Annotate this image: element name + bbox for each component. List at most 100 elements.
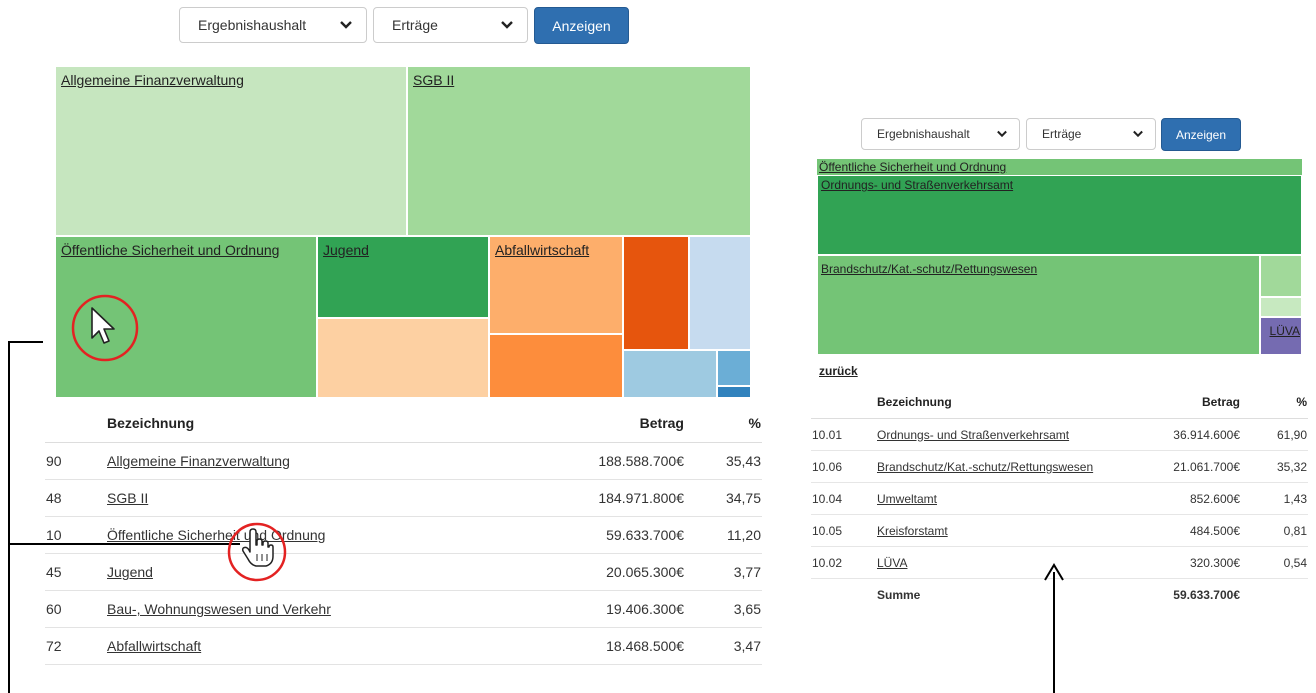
row-code: 90 bbox=[45, 442, 106, 480]
column-header-name: Bezeichnung bbox=[106, 404, 523, 443]
connector-line bbox=[1053, 572, 1055, 693]
type-select-value: Erträge bbox=[1042, 127, 1082, 141]
treemap-tile-kreisforstamt[interactable] bbox=[1260, 297, 1302, 317]
treemap-tile-orange-2[interactable] bbox=[489, 334, 623, 398]
type-select[interactable]: Erträge bbox=[1026, 118, 1156, 150]
treemap-tile-abfallwirtschaft[interactable]: Abfallwirtschaft bbox=[489, 236, 623, 334]
treemap-tile-bau-wohnungswesen[interactable] bbox=[317, 318, 489, 398]
treemap-tile-orange-3[interactable] bbox=[623, 236, 689, 350]
row-code: 10 bbox=[45, 516, 106, 554]
table-row: 60 Bau-, Wohnungswesen und Verkehr 19.40… bbox=[45, 590, 762, 628]
budget-select-value: Ergebnishaushalt bbox=[198, 17, 307, 33]
treemap-tile-brandschutz[interactable]: Brandschutz/Kat.-schutz/Rettungswesen bbox=[817, 255, 1260, 355]
row-name-link[interactable]: Brandschutz/Kat.-schutz/Rettungswesen bbox=[877, 460, 1093, 474]
treemap-tile-blue-3[interactable] bbox=[717, 350, 751, 386]
table-row: 45 Jugend 20.065.300€ 3,77 bbox=[45, 553, 762, 591]
treemap-tile-label[interactable]: Brandschutz/Kat.-schutz/Rettungswesen bbox=[821, 262, 1037, 276]
table-row: 72 Abfallwirtschaft 18.468.500€ 3,47 bbox=[45, 627, 762, 665]
treemap-parent-header[interactable]: Öffentliche Sicherheit und Ordnung bbox=[817, 159, 1302, 175]
hand-pointer-icon bbox=[241, 528, 274, 567]
row-amount: 19.406.300€ bbox=[523, 590, 685, 628]
row-code: 72 bbox=[45, 627, 106, 665]
row-code: 10.01 bbox=[811, 418, 876, 451]
row-amount: 852.600€ bbox=[1139, 482, 1241, 515]
row-code: 10.05 bbox=[811, 514, 876, 547]
connector-line bbox=[8, 341, 10, 693]
row-amount: 484.500€ bbox=[1139, 514, 1241, 547]
chevron-down-icon bbox=[501, 21, 513, 29]
treemap-tile-label[interactable]: Allgemeine Finanzverwaltung bbox=[61, 72, 244, 88]
row-code: 10.06 bbox=[811, 450, 876, 483]
connector-line bbox=[8, 341, 43, 343]
table-row: 10.01 Ordnungs- und Straßenverkehrsamt 3… bbox=[811, 418, 1308, 451]
treemap-tile-allgemeine-finanzverwaltung[interactable]: Allgemeine Finanzverwaltung bbox=[55, 66, 407, 236]
treemap-tile-sgb-ii[interactable]: SGB II bbox=[407, 66, 751, 236]
row-name-link[interactable]: Umweltamt bbox=[877, 492, 937, 506]
treemap-tile-umweltamt[interactable] bbox=[1260, 255, 1302, 297]
row-pct: 0,54 bbox=[1241, 546, 1308, 579]
row-pct: 34,75 bbox=[685, 479, 762, 517]
row-name-link[interactable]: Jugend bbox=[107, 564, 153, 580]
back-link[interactable]: zurück bbox=[819, 364, 858, 378]
row-name-link[interactable]: Allgemeine Finanzverwaltung bbox=[107, 453, 290, 469]
treemap-tile-label[interactable]: Abfallwirtschaft bbox=[495, 242, 589, 258]
connector-line bbox=[8, 543, 240, 545]
column-header-name: Bezeichnung bbox=[876, 386, 1139, 419]
row-amount: 188.588.700€ bbox=[523, 442, 685, 480]
treemap-tile-label[interactable]: LÜVA bbox=[1270, 324, 1300, 338]
treemap-tile-label[interactable]: Ordnungs- und Straßenverkehrsamt bbox=[821, 178, 1013, 192]
treemap-tile-jugend[interactable]: Jugend bbox=[317, 236, 489, 318]
sum-row: Summe 59.633.700€ bbox=[811, 579, 1308, 611]
treemap-tile-label[interactable]: SGB II bbox=[413, 72, 454, 88]
row-pct: 35,43 bbox=[685, 442, 762, 480]
row-pct: 3,65 bbox=[685, 590, 762, 628]
sum-amount: 59.633.700€ bbox=[1173, 587, 1240, 602]
treemap-tile-blue-2[interactable] bbox=[623, 350, 717, 398]
row-pct: 61,90 bbox=[1241, 418, 1308, 451]
sum-label: Summe bbox=[877, 587, 921, 602]
treemap: Allgemeine Finanzverwaltung SGB II Öffen… bbox=[55, 66, 751, 398]
treemap-tile-blue-4[interactable] bbox=[717, 386, 751, 398]
row-pct: 3,47 bbox=[685, 627, 762, 665]
table-row: 48 SGB II 184.971.800€ 34,75 bbox=[45, 479, 762, 517]
row-amount: 36.914.600€ bbox=[1139, 418, 1241, 451]
type-select[interactable]: Erträge bbox=[373, 7, 528, 43]
row-name-link[interactable]: SGB II bbox=[107, 490, 148, 506]
row-pct: 3,77 bbox=[685, 553, 762, 591]
column-header-pct: % bbox=[685, 404, 762, 443]
row-name-link[interactable]: Bau-, Wohnungswesen und Verkehr bbox=[107, 601, 331, 617]
row-amount: 320.300€ bbox=[1139, 546, 1241, 579]
budget-select-value: Ergebnishaushalt bbox=[877, 127, 970, 141]
treemap-tile-label[interactable]: Öffentliche Sicherheit und Ordnung bbox=[61, 242, 279, 258]
row-name-link[interactable]: Öffentliche Sicherheit und Ordnung bbox=[107, 527, 325, 543]
table-row: 10.04 Umweltamt 852.600€ 1,43 bbox=[811, 482, 1308, 515]
row-code: 60 bbox=[45, 590, 106, 628]
treemap-parent-label[interactable]: Öffentliche Sicherheit und Ordnung bbox=[819, 160, 1006, 174]
row-amount: 184.971.800€ bbox=[523, 479, 685, 517]
column-header-amount: Betrag bbox=[1139, 386, 1241, 419]
row-name-link[interactable]: Kreisforstamt bbox=[877, 524, 948, 538]
column-header-amount: Betrag bbox=[523, 404, 685, 443]
budget-select[interactable]: Ergebnishaushalt bbox=[179, 7, 367, 43]
treemap-tile-luva[interactable]: LÜVA bbox=[1260, 317, 1302, 355]
budget-select[interactable]: Ergebnishaushalt bbox=[861, 118, 1020, 150]
type-select-value: Erträge bbox=[392, 17, 438, 33]
row-pct: 0,81 bbox=[1241, 514, 1308, 547]
show-button[interactable]: Anzeigen bbox=[534, 7, 629, 44]
drilldown-treemap: Öffentliche Sicherheit und Ordnung Ordnu… bbox=[817, 159, 1302, 355]
treemap-tile-label[interactable]: Jugend bbox=[323, 242, 369, 258]
row-amount: 21.061.700€ bbox=[1139, 450, 1241, 483]
row-code: 45 bbox=[45, 553, 106, 591]
row-name-link[interactable]: Ordnungs- und Straßenverkehrsamt bbox=[877, 428, 1069, 442]
show-button[interactable]: Anzeigen bbox=[1161, 118, 1241, 151]
row-name-link[interactable]: LÜVA bbox=[877, 556, 907, 570]
row-name-link[interactable]: Abfallwirtschaft bbox=[107, 638, 201, 654]
chevron-down-icon bbox=[997, 130, 1007, 138]
table-header-row: Bezeichnung Betrag % bbox=[45, 404, 762, 443]
treemap-tile-blue-1[interactable] bbox=[689, 236, 751, 350]
column-header-pct: % bbox=[1241, 386, 1308, 419]
row-code: 48 bbox=[45, 479, 106, 517]
row-pct: 1,43 bbox=[1241, 482, 1308, 515]
chevron-down-icon bbox=[340, 21, 352, 29]
treemap-tile-ordnungsamt[interactable]: Ordnungs- und Straßenverkehrsamt bbox=[817, 175, 1302, 255]
